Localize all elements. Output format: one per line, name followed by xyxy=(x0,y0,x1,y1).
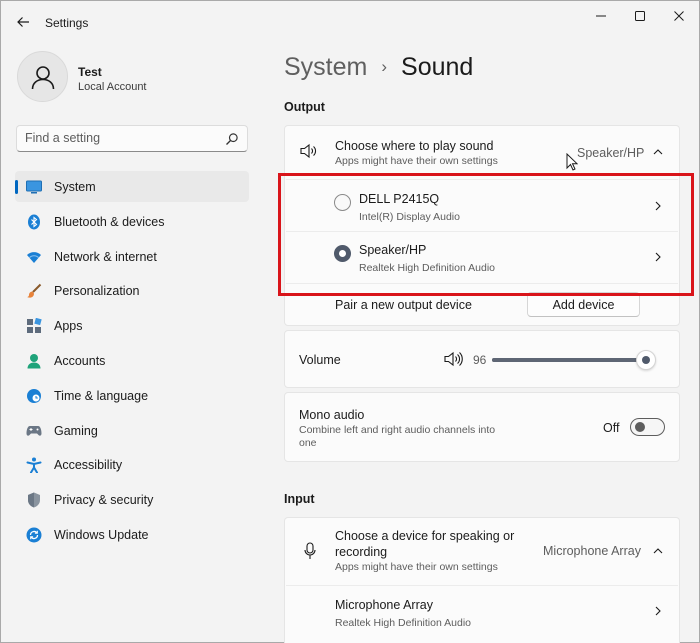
volume-slider[interactable] xyxy=(492,350,656,370)
mono-audio-subtitle: Combine left and right audio channels in… xyxy=(299,424,496,436)
search-input[interactable] xyxy=(25,131,215,145)
maximize-icon xyxy=(635,11,645,21)
highlight-box xyxy=(278,173,694,296)
sidebar-item-gaming[interactable]: Gaming xyxy=(15,415,249,446)
update-icon xyxy=(26,527,42,543)
minimize-icon xyxy=(596,15,606,17)
sidebar-item-accounts[interactable]: Accounts xyxy=(15,345,249,376)
breadcrumb-separator: › xyxy=(381,57,388,76)
volume-value: 96 xyxy=(473,353,487,367)
volume-card: Volume 96 xyxy=(284,330,680,388)
mono-audio-state: Off xyxy=(603,421,620,435)
choose-input-title-cont: recording xyxy=(335,545,388,559)
sidebar-nav: System Bluetooth & devices Network & int… xyxy=(15,171,249,554)
sidebar-item-label: Time & language xyxy=(54,388,149,403)
search-icon[interactable] xyxy=(225,132,239,146)
sidebar-item-label: Bluetooth & devices xyxy=(54,214,165,229)
chevron-right-icon[interactable] xyxy=(652,605,664,617)
sidebar-item-time-language[interactable]: Time & language xyxy=(15,380,249,411)
sidebar-item-windows-update[interactable]: Windows Update xyxy=(15,519,249,550)
input-section-label: Input xyxy=(284,492,315,506)
sidebar-item-network[interactable]: Network & internet xyxy=(15,241,249,272)
chevron-up-icon[interactable] xyxy=(652,146,664,158)
back-arrow-icon xyxy=(17,17,29,27)
pair-device-label: Pair a new output device xyxy=(335,298,472,312)
sidebar-item-personalization[interactable]: Personalization xyxy=(15,275,249,306)
globe-clock-icon xyxy=(26,388,42,404)
sidebar-item-privacy[interactable]: Privacy & security xyxy=(15,484,249,515)
avatar xyxy=(17,51,68,102)
mono-audio-title: Mono audio xyxy=(299,408,365,422)
close-button[interactable] xyxy=(659,5,699,27)
accounts-icon xyxy=(26,353,42,369)
close-icon xyxy=(674,11,684,21)
search-box[interactable] xyxy=(16,125,248,152)
minimize-button[interactable] xyxy=(581,5,621,27)
sidebar-item-accessibility[interactable]: Accessibility xyxy=(15,449,249,480)
page-title: Sound xyxy=(401,52,474,81)
sidebar-item-label: System xyxy=(54,180,96,194)
volume-label: Volume xyxy=(299,353,341,367)
toggle-knob xyxy=(635,422,645,432)
chevron-up-icon[interactable] xyxy=(652,545,664,557)
system-icon xyxy=(26,179,42,195)
input-device-row[interactable]: Microphone Array Realtek High Definition… xyxy=(285,586,679,641)
sidebar-item-system[interactable]: System xyxy=(15,171,249,202)
sidebar-item-label: Privacy & security xyxy=(54,493,154,508)
choose-input-subtitle: Apps might have their own settings xyxy=(335,561,498,573)
sidebar-item-apps[interactable]: Apps xyxy=(15,310,249,341)
back-button[interactable] xyxy=(11,11,35,33)
settings-window: Settings Test Local Account System xyxy=(0,0,700,643)
volume-icon[interactable] xyxy=(444,351,463,367)
choose-input-row[interactable]: Choose a device for speaking or recordin… xyxy=(285,518,679,585)
sidebar-item-label: Accessibility xyxy=(54,458,123,473)
choose-input-title: Choose a device for speaking or xyxy=(335,529,515,543)
microphone-icon xyxy=(304,542,316,559)
user-icon xyxy=(31,65,54,89)
title-bar: Settings xyxy=(1,1,699,41)
selected-input-value: Microphone Array xyxy=(543,544,641,558)
input-device-card: Choose a device for speaking or recordin… xyxy=(284,517,680,643)
choose-output-title: Choose where to play sound xyxy=(335,139,494,153)
sidebar-item-label: Apps xyxy=(54,319,83,334)
sidebar-item-label: Gaming xyxy=(54,423,98,438)
sidebar-item-label: Network & internet xyxy=(54,249,157,264)
choose-output-subtitle: Apps might have their own settings xyxy=(335,155,498,167)
sidebar-item-bluetooth[interactable]: Bluetooth & devices xyxy=(15,206,249,237)
brush-icon xyxy=(26,283,42,299)
sidebar-item-label: Windows Update xyxy=(54,527,149,542)
breadcrumb: System › Sound xyxy=(284,51,473,83)
sidebar-item-label: Personalization xyxy=(54,284,140,299)
shield-icon xyxy=(26,492,42,508)
accessibility-icon xyxy=(26,457,42,474)
profile-account-type: Local Account xyxy=(78,81,147,93)
output-section-label: Output xyxy=(284,100,325,114)
device-name: Microphone Array xyxy=(335,598,433,612)
mouse-cursor-icon xyxy=(566,153,578,171)
speaker-icon xyxy=(300,143,316,159)
mono-audio-card: Mono audio Combine left and right audio … xyxy=(284,392,680,462)
choose-output-row[interactable]: Choose where to play sound Apps might ha… xyxy=(285,126,679,179)
profile-name: Test xyxy=(78,65,102,79)
sidebar-item-label: Accounts xyxy=(54,353,106,368)
mono-audio-subtitle-cont: one xyxy=(299,437,317,449)
apps-icon xyxy=(26,318,42,334)
breadcrumb-parent[interactable]: System xyxy=(284,53,367,82)
maximize-button[interactable] xyxy=(620,5,660,27)
gamepad-icon xyxy=(26,423,42,439)
bluetooth-icon xyxy=(26,214,42,230)
selected-output-value: Speaker/HP xyxy=(577,146,645,160)
mono-audio-toggle[interactable] xyxy=(630,418,665,436)
device-driver: Realtek High Definition Audio xyxy=(335,617,471,629)
volume-slider-thumb[interactable] xyxy=(635,350,656,370)
app-title: Settings xyxy=(45,16,89,30)
wifi-icon xyxy=(26,249,42,265)
volume-slider-fill xyxy=(492,358,646,362)
